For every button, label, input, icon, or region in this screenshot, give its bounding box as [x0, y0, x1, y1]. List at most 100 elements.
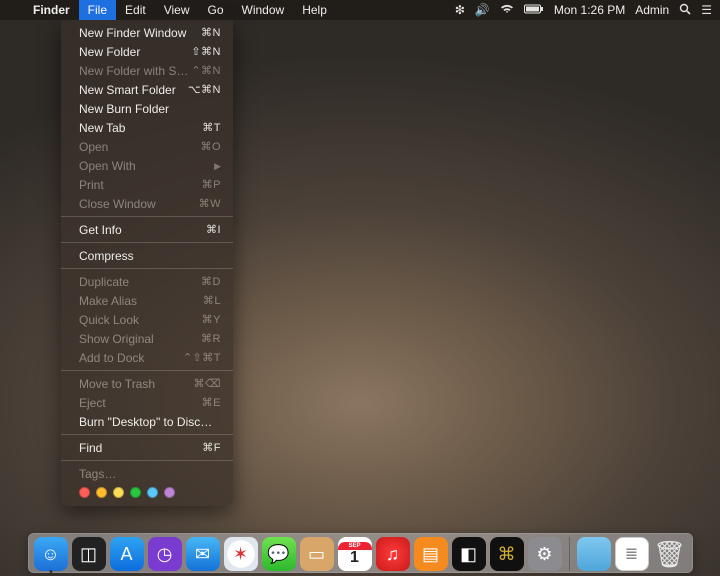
- menu-item-label: Find: [79, 440, 202, 456]
- dock-activity-monitor[interactable]: ◷: [148, 537, 182, 571]
- menu-shortcut: ⌘L: [203, 293, 221, 309]
- menu-clock[interactable]: Mon 1:26 PM: [554, 3, 625, 17]
- menu-item-print: Print⌘P: [61, 175, 233, 194]
- menu-item-new-folder-with-selection: New Folder with Selection⌃⌘N: [61, 61, 233, 80]
- wifi-icon[interactable]: [500, 3, 514, 17]
- dock-safari[interactable]: ✶: [224, 537, 258, 571]
- dock-app-store[interactable]: A: [110, 537, 144, 571]
- menu-shortcut: ⌃⌘N: [191, 63, 221, 79]
- dock-messages[interactable]: 💬: [262, 537, 296, 571]
- menu-item-label: New Folder: [79, 44, 191, 60]
- dock-mission-control[interactable]: ◫: [72, 537, 106, 571]
- menu-item-tags: Tags…: [61, 464, 233, 483]
- tags-color-row: [61, 483, 233, 500]
- tag-color-dot[interactable]: [79, 487, 90, 498]
- menu-user[interactable]: Admin: [635, 3, 669, 17]
- menu-item-label: Show Original: [79, 331, 201, 347]
- notification-center-icon[interactable]: ☰: [701, 3, 712, 17]
- menu-item-label: Move to Trash: [79, 376, 193, 392]
- menu-file[interactable]: File: [79, 0, 116, 20]
- dock-trash[interactable]: 🗑: [653, 537, 687, 571]
- app-menu[interactable]: Finder: [24, 0, 79, 20]
- menu-shortcut: ⌘R: [201, 331, 221, 347]
- menu-shortcut: ⌘F: [202, 440, 221, 456]
- menu-item-new-tab[interactable]: New Tab⌘T: [61, 118, 233, 137]
- menu-edit[interactable]: Edit: [116, 0, 155, 20]
- menu-item-new-folder[interactable]: New Folder⇧⌘N: [61, 42, 233, 61]
- menu-item-new-smart-folder[interactable]: New Smart Folder⌥⌘N: [61, 80, 233, 99]
- menu-item-label: New Tab: [79, 120, 202, 136]
- file-menu-dropdown: New Finder Window⌘NNew Folder⇧⌘NNew Fold…: [61, 20, 233, 506]
- spotlight-icon[interactable]: [679, 3, 691, 18]
- menu-item-new-finder-window[interactable]: New Finder Window⌘N: [61, 23, 233, 42]
- menu-item-label: Tags…: [79, 466, 221, 482]
- menu-item-label: Open With: [79, 158, 214, 174]
- menu-separator: [61, 370, 233, 371]
- menu-item-label: Eject: [79, 395, 202, 411]
- menu-shortcut: ⌘I: [206, 222, 221, 238]
- dock-itunes[interactable]: ♫: [376, 537, 410, 571]
- dock-system-preferences[interactable]: ⚙: [528, 537, 562, 571]
- tag-color-dot[interactable]: [96, 487, 107, 498]
- menu-shortcut: ⌃⇧⌘T: [183, 350, 221, 366]
- menu-item-label: New Burn Folder: [79, 101, 221, 117]
- menu-item-label: New Smart Folder: [79, 82, 188, 98]
- menu-item-burn-desktop-to-disc[interactable]: Burn "Desktop" to Disc…: [61, 412, 233, 431]
- menu-shortcut: ⌘P: [202, 177, 221, 193]
- dock: ☺◫A◷✉✶💬▭SEP1♫▤◧⌘⚙ ≣🗑: [0, 533, 720, 573]
- menu-shortcut: ⌘D: [201, 274, 221, 290]
- volume-icon[interactable]: 🔊: [475, 3, 490, 17]
- dock-mail[interactable]: ✉: [186, 537, 220, 571]
- menu-item-label: New Finder Window: [79, 25, 201, 41]
- menu-shortcut: ⌘W: [199, 196, 221, 212]
- tag-color-dot[interactable]: [147, 487, 158, 498]
- menu-view[interactable]: View: [155, 0, 199, 20]
- tag-color-dot[interactable]: [113, 487, 124, 498]
- menu-item-label: Add to Dock: [79, 350, 183, 366]
- submenu-arrow-icon: ▶: [214, 158, 221, 174]
- menu-shortcut: ⌘E: [202, 395, 221, 411]
- menu-help[interactable]: Help: [293, 0, 336, 20]
- menu-item-add-to-dock: Add to Dock⌃⇧⌘T: [61, 348, 233, 367]
- menu-item-make-alias: Make Alias⌘L: [61, 291, 233, 310]
- menu-separator: [61, 268, 233, 269]
- menu-item-move-to-trash: Move to Trash⌘⌫: [61, 374, 233, 393]
- dock-photo-booth[interactable]: ◧: [452, 537, 486, 571]
- dock-ibooks[interactable]: ▤: [414, 537, 448, 571]
- status-extras-icon[interactable]: ❇︎: [455, 3, 465, 17]
- menu-shortcut: ⌥⌘N: [188, 82, 221, 98]
- tag-color-dot[interactable]: [130, 487, 141, 498]
- dock-system-information[interactable]: ⌘: [490, 537, 524, 571]
- menu-shortcut: ⌘N: [201, 25, 221, 41]
- menu-separator: [61, 434, 233, 435]
- battery-icon[interactable]: [524, 3, 544, 17]
- menu-item-get-info[interactable]: Get Info⌘I: [61, 220, 233, 239]
- menu-shortcut: ⇧⌘N: [191, 44, 221, 60]
- dock-document[interactable]: ≣: [615, 537, 649, 571]
- menu-item-compress[interactable]: Compress: [61, 246, 233, 265]
- menu-go[interactable]: Go: [199, 0, 233, 20]
- menu-item-open: Open⌘O: [61, 137, 233, 156]
- menu-item-new-burn-folder[interactable]: New Burn Folder: [61, 99, 233, 118]
- menu-shortcut: ⌘T: [202, 120, 221, 136]
- menu-item-label: Make Alias: [79, 293, 203, 309]
- running-indicator: [49, 570, 52, 573]
- dock-finder[interactable]: ☺: [34, 537, 68, 571]
- menu-separator: [61, 216, 233, 217]
- menu-window[interactable]: Window: [233, 0, 294, 20]
- dock-downloads[interactable]: [577, 537, 611, 571]
- menu-item-label: Open: [79, 139, 200, 155]
- menu-item-label: Print: [79, 177, 202, 193]
- tag-color-dot[interactable]: [164, 487, 175, 498]
- menu-item-find[interactable]: Find⌘F: [61, 438, 233, 457]
- menu-item-close-window: Close Window⌘W: [61, 194, 233, 213]
- dock-calendar[interactable]: SEP1: [338, 537, 372, 571]
- menu-item-open-with: Open With▶: [61, 156, 233, 175]
- menu-separator: [61, 460, 233, 461]
- menu-item-label: Quick Look: [79, 312, 202, 328]
- menu-item-eject: Eject⌘E: [61, 393, 233, 412]
- menu-item-quick-look: Quick Look⌘Y: [61, 310, 233, 329]
- menu-item-show-original: Show Original⌘R: [61, 329, 233, 348]
- menu-item-label: Close Window: [79, 196, 199, 212]
- dock-contacts[interactable]: ▭: [300, 537, 334, 571]
